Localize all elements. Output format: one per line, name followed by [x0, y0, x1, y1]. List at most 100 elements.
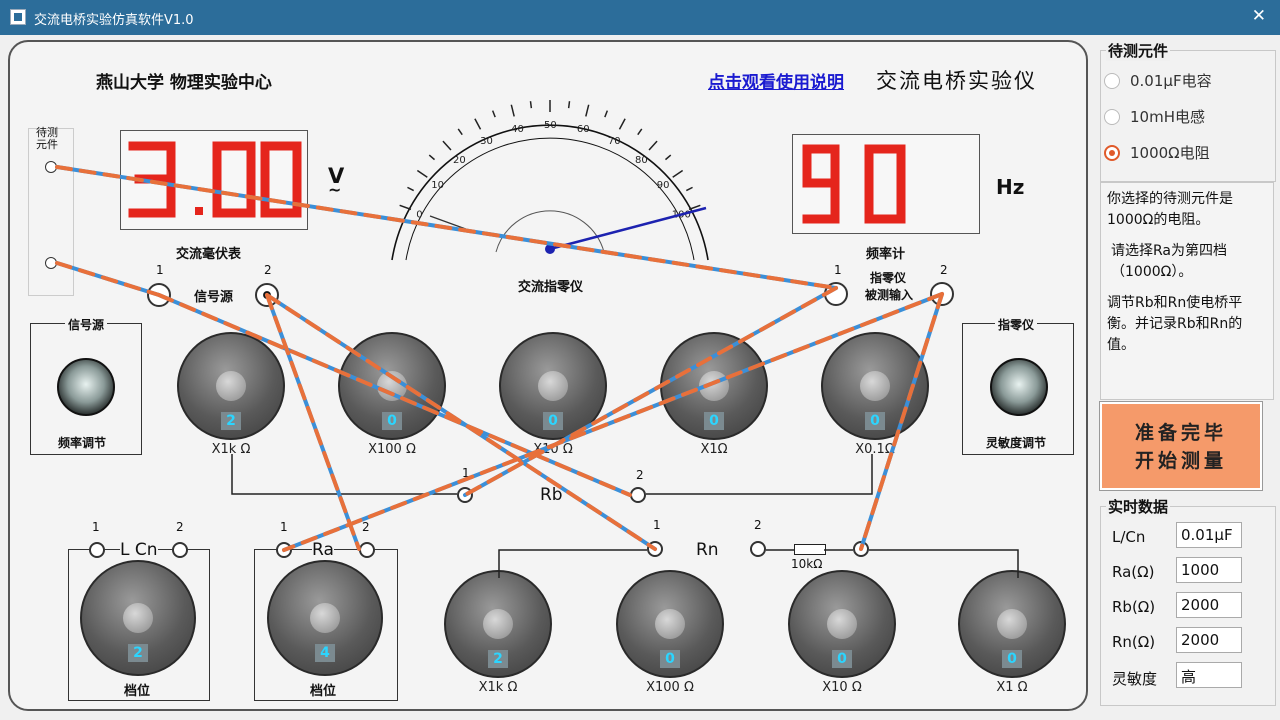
ra-knob-label: 档位 — [310, 684, 337, 699]
gauge-tick — [407, 186, 415, 192]
rt-value-rn: 2000 — [1176, 627, 1242, 653]
null-input-terminal-2[interactable] — [930, 282, 954, 306]
rn-terminal-2[interactable] — [750, 541, 766, 557]
rt-row-rb: Rb(Ω) 2000 — [1108, 592, 1268, 622]
start-measure-button[interactable]: 准备完毕 开始测量 — [1100, 402, 1262, 490]
gauge-tick-label: 50 — [544, 120, 557, 131]
radio-resistor[interactable] — [1104, 144, 1120, 161]
gauge-tick — [529, 101, 533, 109]
instruction-1: 你选择的待测元件是1000Ω的电阻。 — [1107, 191, 1233, 228]
null-input-t2-number: 2 — [940, 263, 948, 277]
rb-knob-x1k[interactable]: 2 — [177, 332, 285, 440]
rn-terminal-3[interactable] — [853, 541, 869, 557]
gauge-tick — [457, 128, 463, 136]
rt-label-rn: Rn(Ω) — [1112, 633, 1156, 651]
null-input-terminal-1[interactable] — [824, 282, 848, 306]
freq-digits — [802, 144, 906, 224]
frequency-knob[interactable] — [57, 358, 115, 416]
gauge-tick-label: 60 — [577, 124, 590, 135]
ra-t2-number: 2 — [362, 520, 370, 534]
gauge-tick-label: 20 — [453, 155, 466, 166]
gauge-tick — [510, 104, 515, 117]
rb-terminal-1[interactable] — [457, 487, 473, 503]
org-title: 燕山大学 物理实验中心 — [96, 73, 272, 93]
instructions-box: 你选择的待测元件是1000Ω的电阻。 请选择Ra为第四档（1000Ω）。 调节R… — [1100, 182, 1274, 400]
test-element-terminal-bottom[interactable] — [45, 257, 57, 269]
gauge-tick — [637, 128, 643, 136]
freq-unit: Hz — [996, 175, 1025, 199]
rb-knob-x100[interactable]: 0 — [338, 332, 446, 440]
gauge-tick — [685, 186, 693, 192]
rb-knob-x0.1[interactable]: 0 — [821, 332, 929, 440]
rn-knob-x1[interactable]: 0 — [958, 570, 1066, 678]
null-indicator-box-title: 指零仪 — [995, 316, 1038, 333]
option-inductor-label: 10mH电感 — [1130, 108, 1205, 126]
rn-knob-x1k[interactable]: 2 — [444, 570, 552, 678]
radio-capacitor[interactable] — [1104, 72, 1120, 89]
gauge-tick — [474, 118, 482, 130]
lcn-knob-label: 档位 — [124, 684, 151, 699]
signal-source-terminal-1[interactable] — [147, 283, 171, 307]
rn-t2-number: 2 — [754, 518, 762, 532]
rn-terminal-1[interactable] — [647, 541, 663, 557]
rn-knob-x1-label: X1 Ω — [996, 680, 1028, 695]
voltmeter-digits — [128, 141, 302, 218]
rt-value-rb: 2000 — [1176, 592, 1242, 618]
lcn-terminal-1[interactable] — [89, 542, 105, 558]
rn-knob-x10[interactable]: 0 — [788, 570, 896, 678]
rb-knob-x1k-label: X1k Ω — [211, 442, 251, 457]
option-resistor[interactable]: 1000Ω电阻 — [1104, 142, 1210, 163]
element-select-title: 待测元件 — [1106, 40, 1171, 61]
rb-t1-number: 1 — [462, 466, 470, 480]
gauge-tick — [618, 118, 626, 130]
ra-terminal-2[interactable] — [359, 542, 375, 558]
null-input-t1-number: 1 — [834, 263, 842, 277]
ra-label: Ra — [312, 540, 334, 560]
test-element-terminal-top[interactable] — [45, 161, 57, 173]
gauge-tick — [491, 110, 496, 118]
sensitivity-knob[interactable] — [990, 358, 1048, 416]
rb-terminal-2[interactable] — [630, 487, 646, 503]
ra-t1-number: 1 — [280, 520, 288, 534]
rb-t2-number: 2 — [636, 468, 644, 482]
sensitivity-knob-label: 灵敏度调节 — [986, 436, 1047, 450]
window-title: 交流电桥实验仿真软件V1.0 — [34, 13, 194, 28]
lcn-t2-number: 2 — [176, 520, 184, 534]
signal-source-t1-number: 1 — [156, 263, 164, 277]
lcn-knob[interactable]: 2 — [80, 560, 196, 676]
rt-row-lcn: L/Cn 0.01μF — [1108, 522, 1268, 552]
freq-display — [792, 134, 980, 234]
gauge-tick — [672, 169, 684, 178]
rb-knob-x1[interactable]: 0 — [660, 332, 768, 440]
realtime-title: 实时数据 — [1106, 496, 1171, 517]
option-resistor-label: 1000Ω电阻 — [1130, 144, 1210, 162]
rn-knob-x100[interactable]: 0 — [616, 570, 724, 678]
voltmeter-display — [120, 130, 308, 230]
rn-label: Rn — [696, 540, 719, 560]
gauge-tick-label: 70 — [608, 136, 621, 147]
gauge-tick — [604, 110, 609, 118]
signal-source-terminal-2[interactable] — [255, 283, 279, 307]
rt-row-ra: Ra(Ω) 1000 — [1108, 557, 1268, 587]
gauge-tick-label: 10 — [431, 180, 444, 191]
rb-knob-x0.1-label: X0.1Ω — [855, 442, 895, 457]
lcn-terminal-2[interactable] — [172, 542, 188, 558]
rt-label-lcn: L/Cn — [1112, 528, 1146, 546]
gauge-tick-label: 90 — [657, 180, 670, 191]
rt-label-rb: Rb(Ω) — [1112, 598, 1156, 616]
radio-inductor[interactable] — [1104, 108, 1120, 125]
rb-knob-x10[interactable]: 0 — [499, 332, 607, 440]
rb-knob-x100-label: X100 Ω — [368, 442, 416, 457]
null-gauge-label: 交流指零仪 — [518, 280, 584, 295]
gauge-tick — [567, 101, 571, 109]
ra-knob[interactable]: 4 — [267, 560, 383, 676]
option-inductor[interactable]: 10mH电感 — [1104, 106, 1205, 127]
rn-knob-x10-label: X10 Ω — [822, 680, 862, 695]
option-capacitor-label: 0.01μF电容 — [1130, 72, 1212, 90]
gauge-tick — [442, 140, 452, 151]
help-link[interactable]: 点击观看使用说明 — [708, 68, 844, 93]
close-button[interactable]: ✕ — [1252, 6, 1266, 26]
option-capacitor[interactable]: 0.01μF电容 — [1104, 70, 1212, 91]
ra-terminal-1[interactable] — [276, 542, 292, 558]
rt-label-ra: Ra(Ω) — [1112, 563, 1155, 581]
